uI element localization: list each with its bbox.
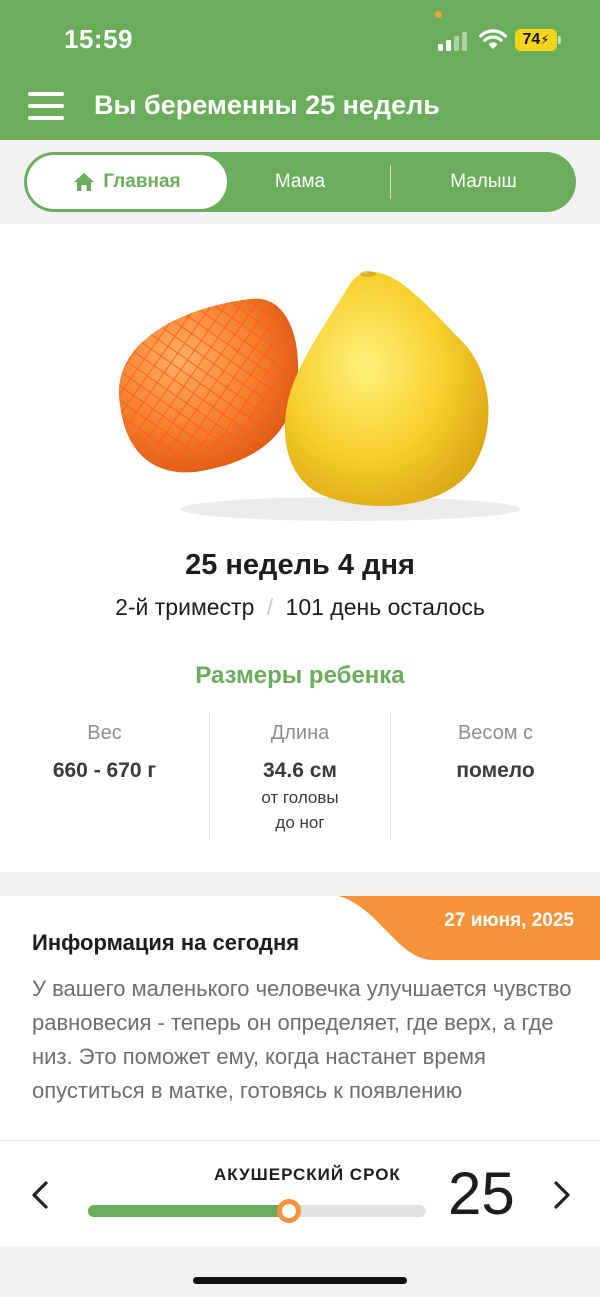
- chevron-right-icon[interactable]: [550, 1179, 574, 1211]
- term-selector-bar: АКУШЕРСКИЙ СРОК 25: [0, 1140, 600, 1246]
- stat-fruit-value: помело: [456, 759, 535, 782]
- term-label: АКУШЕРСКИЙ СРОК: [214, 1165, 401, 1184]
- home-indicator: [193, 1277, 407, 1284]
- baby-sizes-title: Размеры ребенка: [195, 662, 405, 689]
- menu-button[interactable]: [28, 92, 64, 120]
- chevron-left-icon[interactable]: [28, 1179, 52, 1211]
- today-info-card[interactable]: 27 июня, 2025 Информация на сегодня У ва…: [0, 896, 600, 1156]
- tab-mom-label: Мама: [274, 171, 326, 192]
- stat-weight: Вес 660 - 670 г: [0, 712, 209, 840]
- week-slider-handle[interactable]: [277, 1199, 302, 1223]
- stat-length-note-2: до ног: [275, 813, 325, 832]
- tab-baby-label: Малыш: [450, 171, 517, 192]
- pomelo-image: [118, 271, 520, 521]
- menu-icon-bar: [28, 104, 64, 108]
- battery-indicator: 74 ⚡: [515, 29, 557, 51]
- stat-length-label: Длина: [270, 722, 330, 744]
- stat-length-note-1: от головы: [261, 788, 339, 807]
- tab-home-label: Главная: [103, 171, 181, 192]
- stat-weight-label: Вес: [87, 722, 122, 744]
- days-left-text: 101 день осталось: [285, 594, 485, 620]
- battery-tip: [558, 36, 561, 44]
- stat-fruit: Весом с помело: [391, 712, 600, 840]
- status-time: 15:59: [64, 24, 133, 54]
- week-title: 25 недель 4 дня: [185, 549, 415, 581]
- baby-sizes-stats: Вес 660 - 670 г Длина 34.6 см от головы …: [0, 712, 600, 840]
- today-info-text: У вашего маленького человечка улучшается…: [32, 976, 572, 1103]
- stat-length: Длина 34.6 см от головы до ног: [210, 712, 390, 840]
- menu-icon-bar: [28, 116, 64, 120]
- wifi-icon: [479, 29, 507, 49]
- signal-icon: [438, 31, 470, 51]
- trimester-line: 2-й триместр / 101 день осталось: [0, 594, 600, 621]
- segmented-tabs: Главная Мама Малыш: [24, 152, 576, 212]
- trimester-separator: /: [266, 594, 274, 620]
- week-slider[interactable]: [88, 1199, 426, 1223]
- menu-icon-bar: [28, 92, 64, 96]
- today-info-title: Информация на сегодня: [32, 930, 300, 955]
- tab-baby[interactable]: Малыш: [391, 152, 576, 212]
- battery-level: 74: [522, 31, 541, 48]
- current-week-number: 25: [448, 1160, 515, 1227]
- home-icon: [74, 173, 95, 191]
- page-title: Вы беременны 25 недель: [94, 90, 440, 120]
- stat-weight-value: 660 - 670 г: [52, 759, 157, 782]
- tab-home[interactable]: Главная: [27, 155, 227, 209]
- today-date: 27 июня, 2025: [444, 910, 574, 931]
- charging-bolt-icon: ⚡: [540, 32, 550, 47]
- app-header: 15:59 74 ⚡ Вы беременны 25 недель: [0, 0, 600, 140]
- week-overview-card: 25 недель 4 дня 2-й триместр / 101 день …: [0, 224, 600, 872]
- stat-length-value: 34.6 см: [263, 759, 337, 782]
- camera-indicator-dot: [435, 11, 442, 18]
- week-slider-fill: [88, 1205, 290, 1217]
- trimester-text: 2-й триместр: [115, 594, 255, 620]
- stat-fruit-label: Весом с: [457, 722, 534, 744]
- tab-mom[interactable]: Мама: [210, 152, 390, 212]
